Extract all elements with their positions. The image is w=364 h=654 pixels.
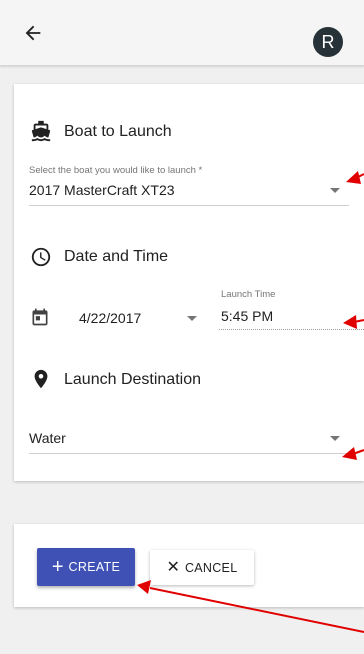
date-select-value: 4/22/2017 bbox=[79, 310, 142, 326]
location-pin-icon bbox=[34, 369, 48, 389]
launch-time-label: Launch Time bbox=[221, 289, 276, 300]
cancel-button-label: CANCEL bbox=[184, 560, 238, 575]
launch-time-input[interactable]: 5:45 PM bbox=[219, 306, 364, 330]
destination-select[interactable]: Water bbox=[29, 427, 349, 455]
avatar[interactable]: R bbox=[313, 27, 343, 57]
launch-time-value: 5:45 PM bbox=[221, 308, 274, 324]
boat-select[interactable]: 2017 MasterCraft XT23 bbox=[29, 178, 349, 206]
destination-select-underline bbox=[29, 453, 349, 454]
boat-select-underline bbox=[29, 205, 349, 206]
create-button[interactable]: + CREATE bbox=[37, 548, 135, 586]
boat-select-value: 2017 MasterCraft XT23 bbox=[29, 182, 175, 198]
chevron-down-icon bbox=[330, 188, 340, 193]
boat-icon bbox=[31, 120, 51, 142]
chevron-down-icon bbox=[187, 316, 197, 321]
actions-card: + CREATE ✕ CANCEL bbox=[14, 524, 364, 607]
app-bar: R bbox=[0, 0, 364, 66]
destination-select-value: Water bbox=[29, 430, 66, 446]
back-arrow-icon[interactable] bbox=[22, 22, 44, 44]
launch-form-card: Boat to Launch Select the boat you would… bbox=[14, 84, 364, 481]
date-select[interactable]: 4/22/2017 bbox=[77, 306, 207, 330]
close-icon: ✕ bbox=[166, 558, 180, 576]
plus-icon: + bbox=[51, 556, 64, 578]
create-button-label: CREATE bbox=[68, 560, 121, 574]
chevron-down-icon bbox=[330, 436, 340, 441]
boat-section-title: Boat to Launch bbox=[64, 123, 172, 140]
calendar-icon[interactable] bbox=[30, 307, 50, 327]
destination-section-title: Launch Destination bbox=[64, 371, 201, 388]
launch-time-underline bbox=[219, 329, 364, 330]
date-section-title: Date and Time bbox=[64, 248, 169, 265]
clock-icon bbox=[31, 247, 51, 267]
boat-select-label: Select the boat you would like to launch… bbox=[29, 165, 203, 176]
cancel-button[interactable]: ✕ CANCEL bbox=[150, 550, 254, 585]
